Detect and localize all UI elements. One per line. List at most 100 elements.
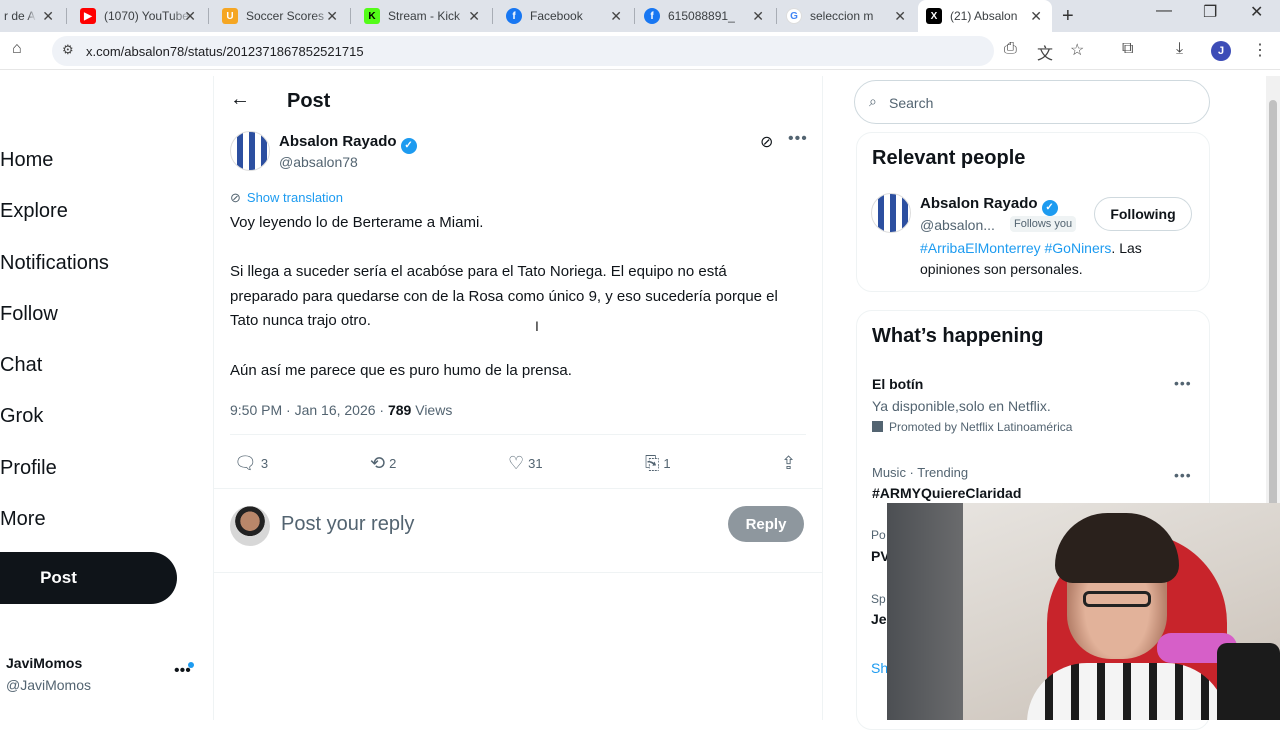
user-avatar[interactable] xyxy=(230,506,270,546)
heart-icon: ♡ xyxy=(508,453,525,473)
address-bar[interactable]: ⚙ x.com/absalon78/status/201237186785252… xyxy=(52,36,994,66)
browser-tab-active[interactable]: X (21) Absalon ✕ xyxy=(918,0,1052,32)
browser-tab[interactable]: f 615088891_ ✕ xyxy=(638,0,774,32)
nav-more[interactable]: More xyxy=(0,508,46,531)
site-info-icon[interactable]: ⚙ xyxy=(62,42,74,58)
show-translation-link[interactable]: ⊘ Show translation xyxy=(230,190,343,206)
relevant-people-title: Relevant people xyxy=(872,147,1026,169)
browser-tab[interactable]: U Soccer Scores ✕ xyxy=(212,0,348,32)
facebook-icon: f xyxy=(644,8,660,24)
post-paragraph: Voy leyendo lo de Berterame a Miami. xyxy=(230,214,484,231)
bookmark-action[interactable]: ⎘ 1 xyxy=(645,453,671,474)
translate-icon[interactable]: 文 xyxy=(1037,40,1053,64)
trend-title[interactable]: Je xyxy=(871,611,887,627)
more-options-icon[interactable]: ••• xyxy=(788,130,808,148)
bookmark-icon: ⎘ xyxy=(645,453,660,473)
author-handle[interactable]: @absalon78 xyxy=(279,154,358,170)
restore-icon[interactable]: ❐ xyxy=(1203,2,1217,22)
browser-tab-strip: r de A ✕ ▶ (1070) YouTube ✕ U Soccer Sco… xyxy=(0,0,1280,32)
minimize-icon[interactable]: — xyxy=(1156,2,1172,20)
trend-more-icon[interactable]: ••• xyxy=(1174,375,1192,391)
nav-profile[interactable]: Profile xyxy=(0,457,57,480)
install-app-icon[interactable]: ⎙ xyxy=(1004,40,1017,58)
close-tab-icon[interactable]: ✕ xyxy=(894,8,906,25)
close-tab-icon[interactable]: ✕ xyxy=(1030,8,1042,25)
browser-tab[interactable]: G seleccion m ✕ xyxy=(780,0,916,32)
share-icon: ⇪ xyxy=(781,453,797,473)
bookmark-star-icon[interactable]: ☆ xyxy=(1070,40,1084,60)
reply-action[interactable]: 🗨 3 xyxy=(234,453,268,474)
browser-tab[interactable]: K Stream - Kick ✕ xyxy=(354,0,490,32)
author-name[interactable]: Absalon Rayado ✓ xyxy=(279,133,417,154)
browser-tab[interactable]: f Facebook ✕ xyxy=(496,0,632,32)
close-tab-icon[interactable]: ✕ xyxy=(42,8,54,25)
trend-title[interactable]: El botín xyxy=(872,376,923,392)
back-arrow-icon[interactable]: ← xyxy=(230,88,250,111)
close-tab-icon[interactable]: ✕ xyxy=(184,8,196,25)
following-button[interactable]: Following xyxy=(1094,197,1192,231)
profile-avatar[interactable]: J xyxy=(1211,41,1231,61)
x-logo-icon: X xyxy=(926,8,942,24)
reply-button[interactable]: Reply xyxy=(728,506,804,542)
nav-follow[interactable]: Follow xyxy=(0,303,58,326)
browser-toolbar: ⌂ ⚙ x.com/absalon78/status/2012371867852… xyxy=(0,32,1280,70)
window-close-icon[interactable]: ✕ xyxy=(1250,2,1263,22)
promoted-icon xyxy=(872,421,883,432)
webcam-overlay xyxy=(887,503,1280,720)
trend-more-icon[interactable]: ••• xyxy=(1174,467,1192,483)
notification-dot xyxy=(188,662,194,668)
verified-badge-icon: ✓ xyxy=(400,138,417,154)
url-text: x.com/absalon78/status/20123718678525217… xyxy=(86,44,364,59)
download-icon[interactable]: ⤓ xyxy=(1176,40,1183,58)
browser-tab[interactable]: r de A ✕ xyxy=(0,0,64,32)
share-action[interactable]: ⇪ xyxy=(781,453,800,474)
browser-tab[interactable]: ▶ (1070) YouTube ✕ xyxy=(70,0,206,32)
trend-category: Po xyxy=(871,528,886,542)
person-avatar[interactable] xyxy=(871,193,911,233)
reply-input[interactable]: Post your reply xyxy=(281,513,414,536)
author-avatar[interactable] xyxy=(230,131,270,171)
soccer-scores-icon: U xyxy=(222,8,238,24)
facebook-icon: f xyxy=(506,8,522,24)
nav-explore[interactable]: Explore xyxy=(0,200,68,223)
trend-category: Music · Trending xyxy=(872,465,969,480)
like-action[interactable]: ♡ 31 xyxy=(508,453,543,474)
post-paragraph: Si llega a suceder sería el acabóse para… xyxy=(230,263,778,329)
nav-notifications[interactable]: Notifications xyxy=(0,252,109,275)
post-meta: 9:50 PM · Jan 16, 2026 · 789 Views xyxy=(230,402,453,418)
google-icon: G xyxy=(786,8,802,24)
verified-badge-icon: ✓ xyxy=(1041,200,1058,216)
repost-action[interactable]: ⟲ 2 xyxy=(370,453,396,474)
menu-kebab-icon[interactable]: ⋮ xyxy=(1252,40,1268,60)
close-tab-icon[interactable]: ✕ xyxy=(752,8,764,25)
text-cursor-icon: I xyxy=(535,318,539,334)
person-handle[interactable]: @absalon... xyxy=(920,217,995,233)
extensions-icon[interactable]: ⧉ xyxy=(1122,40,1133,58)
close-tab-icon[interactable]: ✕ xyxy=(610,8,622,25)
trend-title[interactable]: #ARMYQuiereClaridad xyxy=(872,485,1021,501)
trend-subtitle: Ya disponible,solo en Netflix. xyxy=(872,398,1051,414)
nav-grok[interactable]: Grok xyxy=(0,405,43,428)
account-handle[interactable]: @JaviMomos xyxy=(6,677,91,693)
show-more-link[interactable]: Sh xyxy=(871,660,888,676)
home-icon[interactable]: ⌂ xyxy=(12,40,22,58)
translate-icon: ⊘ xyxy=(230,190,241,205)
page-title: Post xyxy=(287,90,331,112)
person-name[interactable]: Absalon Rayado ✓ xyxy=(920,195,1058,216)
repost-icon: ⟲ xyxy=(370,453,386,473)
post-paragraph: Aún así me parece que es puro humo de la… xyxy=(230,362,572,379)
search-box[interactable]: ⌕ Search xyxy=(854,80,1210,124)
whats-happening-title: What’s happening xyxy=(872,325,1044,347)
kick-icon: K xyxy=(364,8,380,24)
nav-home[interactable]: Home xyxy=(0,149,53,172)
account-name[interactable]: JaviMomos xyxy=(6,655,82,671)
compose-post-button[interactable]: Post xyxy=(0,552,177,604)
person-bio: #ArribaElMonterrey #GoNiners. Las opinio… xyxy=(920,240,1142,277)
trend-category: Sp xyxy=(871,592,886,606)
new-tab-icon[interactable]: + xyxy=(1062,5,1074,28)
close-tab-icon[interactable]: ✕ xyxy=(468,8,480,25)
nav-chat[interactable]: Chat xyxy=(0,354,42,377)
close-tab-icon[interactable]: ✕ xyxy=(326,8,338,25)
grok-icon[interactable]: ⊘ xyxy=(760,132,773,152)
search-icon: ⌕ xyxy=(869,93,877,109)
